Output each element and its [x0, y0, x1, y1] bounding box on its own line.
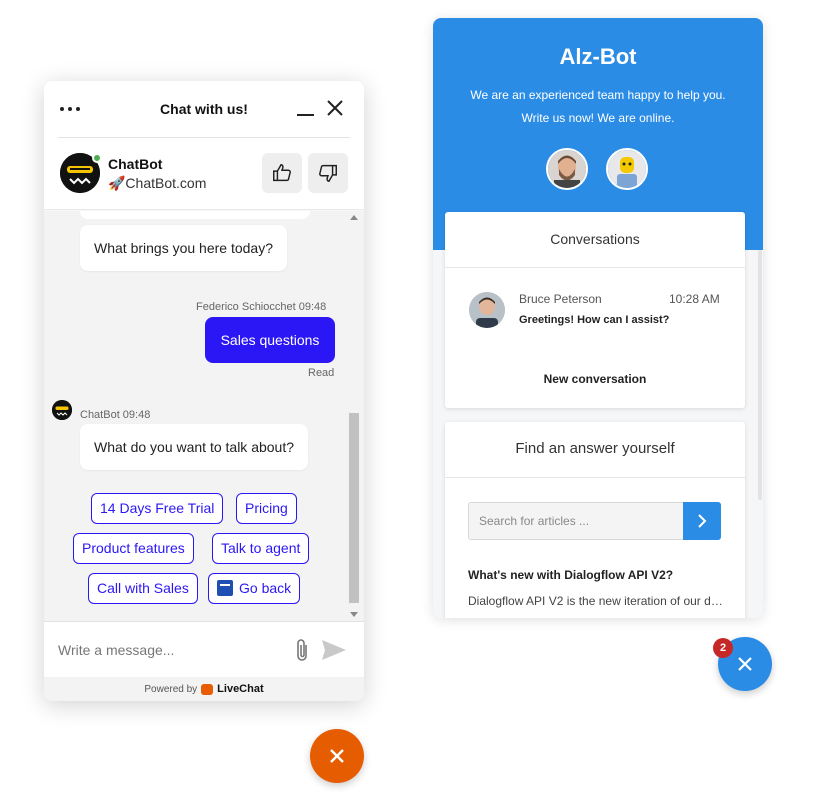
quick-reply-pricing[interactable]: Pricing: [236, 493, 297, 524]
alzbot-scrollbar[interactable]: [758, 250, 762, 500]
agent-name: ChatBot: [108, 156, 163, 172]
new-conversation-button[interactable]: New conversation: [445, 372, 745, 386]
livechat-widget: Chat with us! ChatBot 🚀ChatBot.com What …: [44, 81, 364, 701]
article-excerpt: Dialogflow API V2 is the new iteration o…: [468, 594, 724, 608]
search-submit-button[interactable]: [683, 502, 721, 540]
message-input[interactable]: [58, 638, 278, 662]
minimize-icon[interactable]: [296, 99, 316, 119]
quick-reply-go-back[interactable]: Go back: [208, 573, 301, 604]
send-icon[interactable]: [321, 639, 347, 661]
quick-reply-free-trial[interactable]: 14 Days Free Trial: [91, 493, 224, 524]
chatbot-avatar: [60, 153, 102, 193]
bot-message: What do you want to talk about?: [80, 424, 309, 470]
scroll-thumb[interactable]: [349, 413, 359, 603]
agent-avatar: [469, 292, 505, 328]
quick-reply-talk-to-agent[interactable]: Talk to agent: [212, 533, 310, 564]
team-avatar-2: [606, 148, 648, 190]
livechat-brand[interactable]: LiveChat: [217, 683, 263, 695]
unread-badge: 2: [713, 638, 733, 658]
help-card: Find an answer yourself What's new with …: [445, 422, 745, 618]
agent-site: 🚀ChatBot.com: [108, 175, 207, 191]
chatbot-mini-avatar: [52, 400, 72, 420]
chat-header: Chat with us!: [44, 81, 364, 137]
help-heading: Find an answer yourself: [445, 422, 745, 478]
powered-by: Powered by LiveChat: [44, 677, 364, 701]
previous-message: [80, 211, 310, 219]
article-search-input[interactable]: [468, 502, 684, 540]
thumbs-down-button[interactable]: [308, 153, 348, 193]
agent-bar: ChatBot 🚀ChatBot.com: [44, 138, 364, 210]
user-message: Sales questions: [205, 317, 335, 363]
more-icon[interactable]: [60, 97, 88, 121]
close-icon: [738, 657, 752, 671]
go-back-label: Go back: [239, 580, 292, 596]
message-list[interactable]: What brings you here today? Federico Sch…: [44, 211, 364, 621]
conversations-card: Conversations Bruce Peterson 10:28 AM Gr…: [445, 212, 745, 408]
user-message-meta: Federico Schiocchet 09:48: [196, 301, 327, 313]
back-icon: [217, 580, 233, 596]
livechat-logo-icon: [201, 683, 214, 695]
team-avatar-1: [546, 148, 588, 190]
message-scrollbar[interactable]: [347, 211, 361, 621]
conversation-preview[interactable]: Greetings! How can I assist?: [519, 314, 669, 326]
livechat-close-button[interactable]: [310, 729, 364, 783]
conversation-time: 10:28 AM: [669, 292, 720, 306]
chevron-right-icon: [698, 514, 707, 528]
paperclip-icon[interactable]: [292, 637, 312, 663]
online-indicator: [92, 153, 102, 163]
bot-message: What brings you here today?: [80, 225, 287, 271]
article-title[interactable]: What's new with Dialogflow API V2?: [468, 568, 673, 582]
bot-message-meta: ChatBot 09:48: [80, 409, 151, 421]
alzbot-subtitle: We are an experienced team happy to help…: [470, 88, 726, 102]
composer: [44, 621, 364, 677]
scroll-up-arrow[interactable]: [350, 215, 358, 220]
chat-title: Chat with us!: [160, 101, 248, 117]
powered-by-label: Powered by: [144, 683, 198, 695]
thumbs-down-icon: [319, 164, 337, 182]
conversation-agent-name: Bruce Peterson: [519, 292, 602, 306]
close-icon: [330, 749, 344, 763]
thumbs-up-icon: [273, 164, 291, 182]
thumbs-up-button[interactable]: [262, 153, 302, 193]
alzbot-title: Alz-Bot: [559, 44, 637, 69]
close-icon[interactable]: [325, 98, 345, 118]
scroll-down-arrow[interactable]: [350, 612, 358, 617]
read-status: Read: [308, 367, 335, 379]
alzbot-widget: Alz-Bot We are an experienced team happy…: [433, 18, 763, 618]
quick-reply-product-features[interactable]: Product features: [73, 533, 194, 564]
alzbot-subtitle-2: Write us now! We are online.: [521, 111, 675, 125]
quick-reply-call-with-sales[interactable]: Call with Sales: [88, 573, 198, 604]
conversations-heading: Conversations: [445, 212, 745, 268]
